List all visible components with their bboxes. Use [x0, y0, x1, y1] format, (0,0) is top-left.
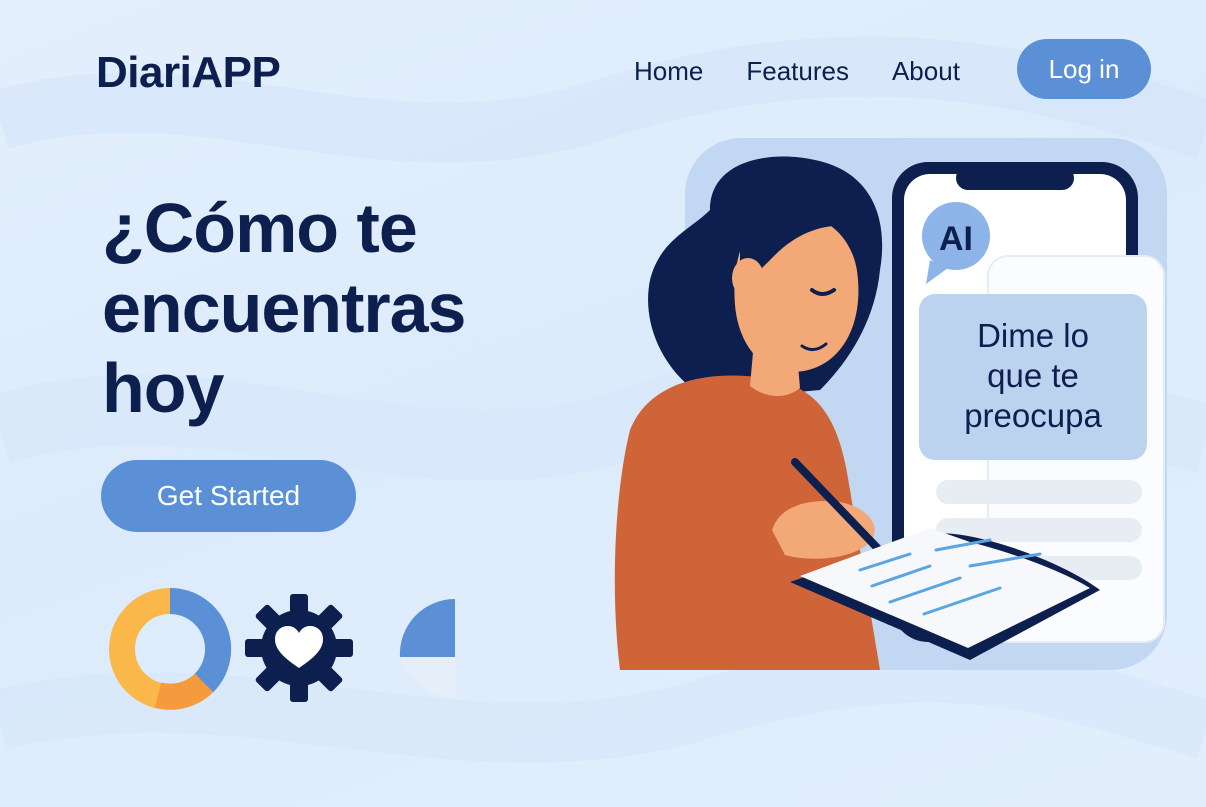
login-button[interactable]: Log in: [1017, 39, 1151, 99]
gear-heart-icon: [245, 594, 353, 702]
hero-title-line-3: hoy: [102, 349, 224, 427]
bubble-line-3: preocupa: [964, 397, 1102, 434]
bubble-line-2: que te: [987, 357, 1079, 394]
chat-bubble-text: Dime lo que te preocupa: [920, 316, 1146, 436]
nav-about[interactable]: About: [892, 55, 960, 87]
hero-title-line-1: ¿Cómo te: [102, 189, 418, 267]
pie-quarter-icon: [399, 598, 455, 698]
get-started-button[interactable]: Get Started: [101, 460, 356, 532]
hero-title: ¿Cómo te encuentras hoy: [102, 188, 572, 428]
nav-home[interactable]: Home: [634, 55, 703, 87]
ai-badge-label: AI: [939, 220, 973, 258]
nav-features[interactable]: Features: [746, 55, 849, 87]
phone-notch: [956, 166, 1074, 190]
bubble-line-1: Dime lo: [977, 317, 1089, 354]
brand-logo[interactable]: DiariAPP: [96, 48, 281, 98]
donut-chart-icon: [109, 587, 232, 710]
top-nav: Home Features About: [634, 55, 1003, 87]
hero-title-line-2: encuentras: [102, 269, 466, 347]
